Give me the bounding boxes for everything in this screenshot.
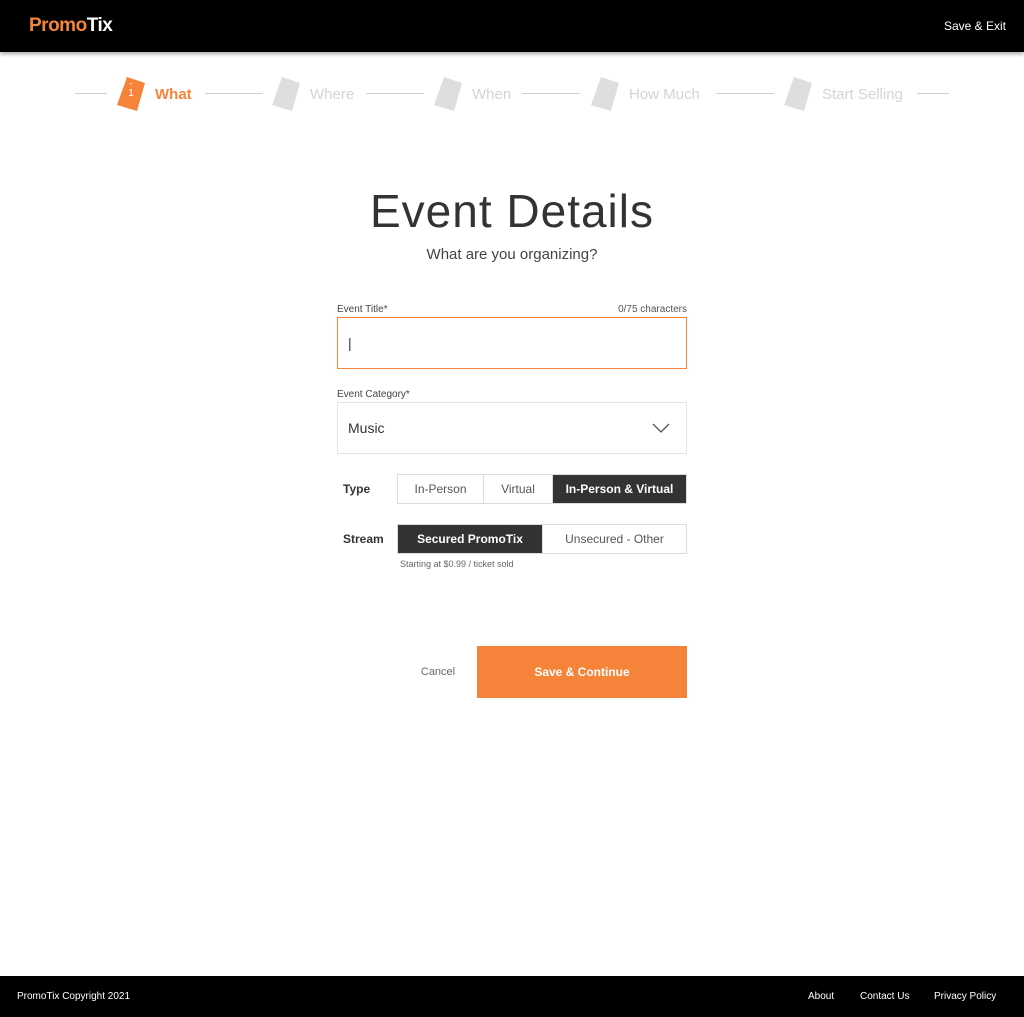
footer-link-contact[interactable]: Contact Us xyxy=(860,991,909,1002)
step-connector xyxy=(205,93,263,94)
event-title-input[interactable] xyxy=(337,317,687,369)
ticket-icon: 1 xyxy=(117,77,145,111)
event-category-value: Music xyxy=(348,420,385,436)
type-in-person-virtual-button[interactable]: In-Person & Virtual xyxy=(553,475,686,503)
type-label: Type xyxy=(343,482,371,496)
event-title-label: Event Title* xyxy=(337,304,388,315)
promotix-logo[interactable]: PromoTix xyxy=(29,15,113,37)
ticket-icon xyxy=(434,77,462,111)
chevron-down-icon xyxy=(652,423,670,433)
stream-toggle-group: Secured PromoTix Unsecured - Other xyxy=(397,524,687,554)
save-exit-button[interactable]: Save & Exit xyxy=(944,19,1006,33)
character-counter: 0/75 characters xyxy=(618,304,687,315)
step-connector xyxy=(522,93,580,94)
step-label-how-much: How Much xyxy=(629,85,700,103)
progress-stepper: 1 What Where When How Much Start Selling xyxy=(0,76,1024,112)
step-label-what: What xyxy=(155,85,192,103)
stream-secured-button[interactable]: Secured PromoTix xyxy=(398,525,543,553)
ticket-icon xyxy=(272,77,300,111)
step-what[interactable]: 1 What xyxy=(117,76,192,112)
save-continue-button[interactable]: Save & Continue xyxy=(477,646,687,698)
page-subtitle: What are you organizing? xyxy=(426,246,598,263)
logo-tix: Tix xyxy=(86,15,113,36)
step-when[interactable]: When xyxy=(434,76,511,112)
event-category-select[interactable]: Music xyxy=(337,402,687,454)
page-title: Event Details xyxy=(369,185,654,237)
type-virtual-button[interactable]: Virtual xyxy=(484,475,553,503)
step-label-when: When xyxy=(472,85,512,103)
footer: PromoTix Copyright 2021 About Contact Us… xyxy=(0,976,1024,1017)
step-connector xyxy=(716,93,774,94)
stream-price-note: Starting at $0.99 / ticket sold xyxy=(400,559,514,569)
cancel-button[interactable]: Cancel xyxy=(408,662,468,682)
step-connector xyxy=(366,93,424,94)
step-connector xyxy=(75,93,107,94)
step-where[interactable]: Where xyxy=(272,76,354,112)
ticket-icon xyxy=(784,77,812,111)
logo-promo: Promo xyxy=(29,15,87,36)
ticket-icon xyxy=(591,77,619,111)
footer-link-about[interactable]: About xyxy=(808,991,834,1002)
event-category-label: Event Category* xyxy=(337,389,410,400)
footer-link-privacy[interactable]: Privacy Policy xyxy=(934,991,996,1002)
stream-label: Stream xyxy=(343,532,384,546)
copyright-text: PromoTix Copyright 2021 xyxy=(17,991,131,1002)
step-label-where: Where xyxy=(310,85,355,103)
step-connector xyxy=(917,93,949,94)
stream-unsecured-button[interactable]: Unsecured - Other xyxy=(543,525,686,553)
step-start-selling[interactable]: Start Selling xyxy=(784,76,903,112)
top-bar: PromoTix Save & Exit xyxy=(0,0,1024,52)
type-toggle-group: In-Person Virtual In-Person & Virtual xyxy=(397,474,687,504)
step-label-start-selling: Start Selling xyxy=(822,85,903,103)
step-how-much[interactable]: How Much xyxy=(591,76,700,112)
type-in-person-button[interactable]: In-Person xyxy=(398,475,484,503)
